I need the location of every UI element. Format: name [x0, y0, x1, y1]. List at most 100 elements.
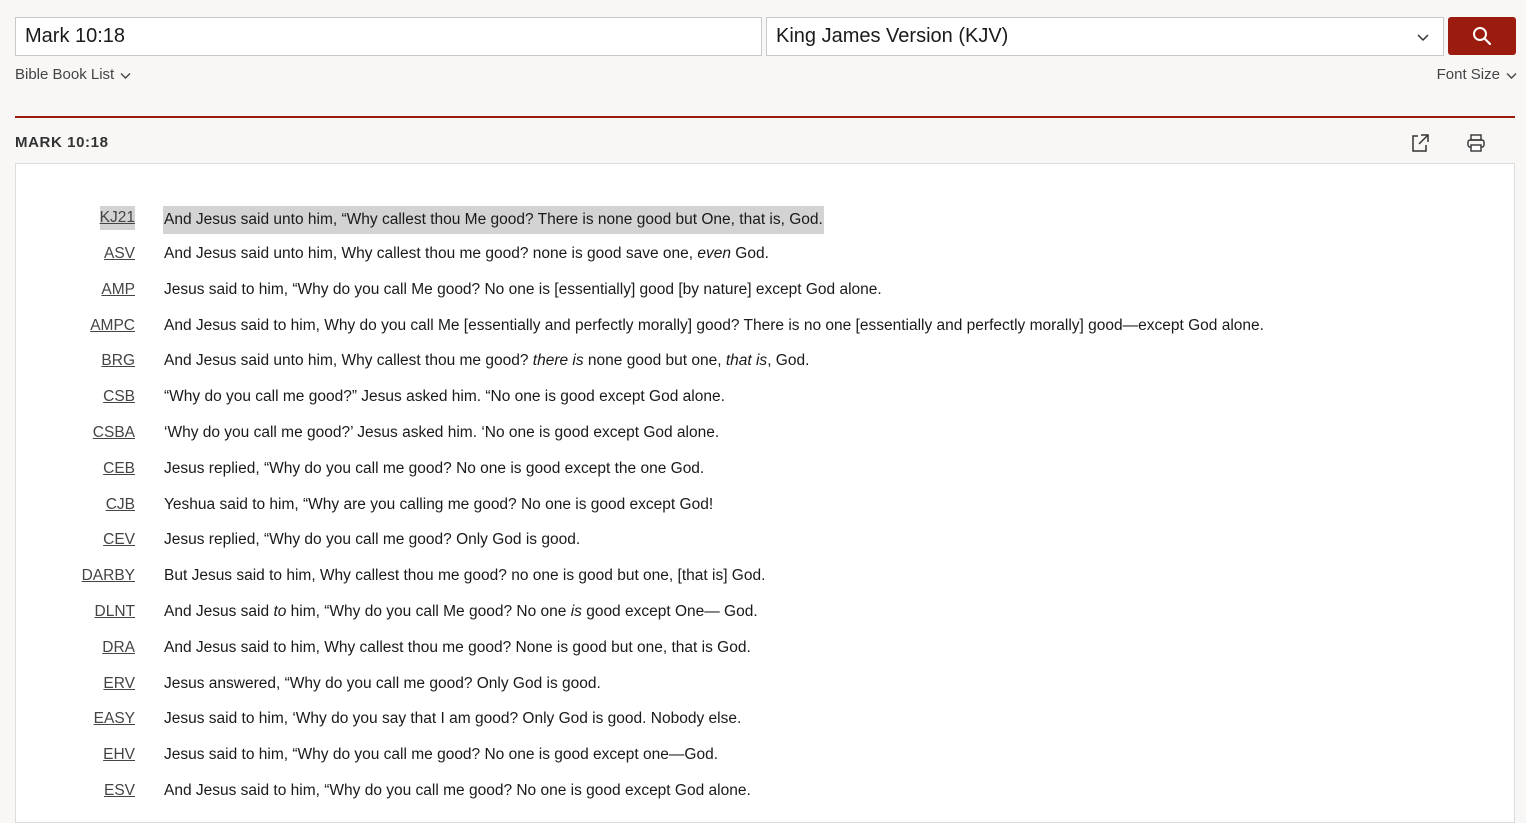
version-link[interactable]: DLNT — [95, 600, 135, 624]
verse-text-part: And Jesus said — [164, 603, 274, 620]
verse-text-part: ‘Why do you call me good?’ Jesus asked h… — [164, 424, 720, 441]
version-selected-label: King James Version (KJV) — [776, 25, 1009, 47]
verse-text: But Jesus said to him, Why callest thou … — [164, 564, 765, 588]
verse-row: ERV Jesus answered, “Why do you call me g… — [16, 672, 1506, 696]
verse-row: ASV And Jesus said unto him, Why callest … — [16, 242, 1506, 266]
verse-text-part: Jesus replied, “Why do you call me good?… — [164, 460, 705, 477]
verse-text-italic: there is — [532, 352, 584, 369]
verse-text-part: Jesus said to him, “Why do you call me g… — [164, 746, 718, 763]
search-bar: King James Version (KJV) — [15, 17, 1516, 56]
verse-row: EASY Jesus said to him, ‘Why do you say t… — [16, 707, 1506, 731]
verse-text-part: good except One— God. — [581, 603, 758, 620]
verse-text-part: And Jesus said to him, Why callest thou … — [164, 639, 751, 656]
verse-text: And Jesus said to him, “Why do you call … — [164, 600, 758, 624]
verse-text: And Jesus said unto him, Why callest tho… — [164, 242, 769, 266]
verse-text: Jesus said to him, “Why do you call me g… — [164, 743, 718, 767]
verse-text-part: And Jesus said unto him, Why callest tho… — [164, 245, 698, 262]
font-size-label: Font Size — [1436, 66, 1500, 83]
verse-text-italic: even — [697, 245, 731, 262]
verse-text-italic: to — [273, 603, 287, 620]
passage-title: MARK 10:18 — [15, 134, 109, 151]
share-button[interactable] — [1406, 129, 1434, 157]
verse-row: CEB Jesus replied, “Why do you call me go… — [16, 457, 1506, 481]
verse-text: And Jesus said to him, Why do you call M… — [164, 314, 1264, 338]
verse-text-part: Jesus said to him, ‘Why do you say that … — [164, 710, 742, 727]
search-icon — [1473, 27, 1492, 46]
verse-text-part: And Jesus said to him, “Why do you call … — [164, 782, 751, 799]
verse-text-part: none good but one, — [583, 352, 726, 369]
verse-text: And Jesus said unto him, “Why callest th… — [163, 206, 824, 234]
verse-text-part: Yeshua said to him, “Why are you calling… — [164, 496, 714, 513]
print-button[interactable] — [1462, 129, 1490, 157]
verse-row: CEV Jesus replied, “Why do you call me go… — [16, 528, 1506, 552]
search-button[interactable] — [1448, 17, 1516, 55]
verse-text-part: “Why do you call me good?” Jesus asked h… — [164, 388, 725, 405]
verse-row: ESV And Jesus said to him, “Why do you ca… — [16, 779, 1506, 803]
version-link[interactable]: CSB — [103, 385, 135, 409]
version-link[interactable]: CEB — [103, 457, 135, 481]
version-link[interactable]: ASV — [104, 242, 135, 266]
chevron-down-icon — [120, 73, 131, 79]
verse-row: DARBY But Jesus said to him, Why callest … — [16, 564, 1506, 588]
version-link[interactable]: DARBY — [82, 564, 135, 588]
version-link[interactable]: AMPC — [90, 314, 135, 338]
version-link[interactable]: ESV — [104, 779, 135, 803]
verse-text-italic: is — [570, 603, 582, 620]
bible-book-list-toggle[interactable]: Bible Book List — [15, 66, 131, 83]
verse-text-part: , God. — [767, 352, 810, 369]
version-link[interactable]: DRA — [102, 636, 135, 660]
header-divider — [15, 116, 1515, 118]
verse-text-part: Jesus said to him, “Why do you call Me g… — [164, 281, 882, 298]
font-size-toggle[interactable]: Font Size — [1437, 66, 1517, 83]
verse-text: Jesus replied, “Why do you call me good?… — [164, 528, 580, 552]
print-icon — [1467, 134, 1485, 152]
chevron-down-icon — [1417, 34, 1429, 42]
verse-row: AMP Jesus said to him, “Why do you call M… — [16, 278, 1506, 302]
verse-text: And Jesus said to him, “Why do you call … — [164, 779, 751, 803]
verse-row: CJB Yeshua said to him, “Why are you call… — [16, 493, 1506, 517]
version-link[interactable]: ERV — [103, 672, 135, 696]
passage-header: MARK 10:18 — [15, 133, 1515, 157]
verse-text: Jesus said to him, “Why do you call Me g… — [164, 278, 882, 302]
version-select[interactable]: King James Version (KJV) — [766, 17, 1444, 56]
verse-text-part: And Jesus said unto him, Why callest tho… — [164, 352, 533, 369]
verse-row: EHV Jesus said to him, “Why do you call m… — [16, 743, 1506, 767]
version-link[interactable]: EHV — [103, 743, 135, 767]
version-link[interactable]: AMP — [101, 278, 135, 302]
version-link[interactable]: KJ21 — [99, 206, 135, 230]
bible-book-list-label: Bible Book List — [15, 66, 115, 83]
verse-text-part: him, “Why do you call Me good? No one — [286, 603, 571, 620]
verse-text-part: And Jesus said unto him, “Why callest th… — [164, 211, 823, 228]
verse-text: Jesus said to him, ‘Why do you say that … — [164, 707, 741, 731]
verse-comparison-list: KJ21 And Jesus said unto him, “Why calles… — [15, 163, 1515, 823]
version-link[interactable]: CJB — [106, 493, 135, 517]
version-link[interactable]: CEV — [103, 528, 135, 552]
verse-row: DLNT And Jesus said to him, “Why do you c… — [16, 600, 1506, 624]
verse-text-italic: that is — [725, 352, 768, 369]
reference-search-input[interactable] — [15, 17, 762, 56]
share-icon — [1412, 134, 1429, 152]
verse-text: Jesus replied, “Why do you call me good?… — [164, 457, 704, 481]
options-row: Bible Book List Font Size — [15, 66, 1517, 86]
verse-text-part: And Jesus said to him, Why do you call M… — [164, 317, 1264, 334]
verse-row: AMPC And Jesus said to him, Why do you ca… — [16, 314, 1506, 338]
verse-text: And Jesus said to him, Why callest thou … — [164, 636, 751, 660]
verse-text: “Why do you call me good?” Jesus asked h… — [164, 385, 725, 409]
verse-text-part: Jesus replied, “Why do you call me good?… — [164, 531, 581, 548]
verse-text-part: Jesus answered, “Why do you call me good… — [164, 675, 601, 692]
verse-row: BRG And Jesus said unto him, Why callest … — [16, 349, 1506, 373]
verse-text: Yeshua said to him, “Why are you calling… — [164, 493, 713, 517]
verse-text: ‘Why do you call me good?’ Jesus asked h… — [164, 421, 719, 445]
verse-row: CSB “Why do you call me good?” Jesus aske… — [16, 385, 1506, 409]
version-link[interactable]: EASY — [94, 707, 135, 731]
verse-text-part: But Jesus said to him, Why callest thou … — [164, 567, 766, 584]
chevron-down-icon — [1506, 73, 1517, 79]
verse-text: And Jesus said unto him, Why callest tho… — [164, 349, 809, 373]
verse-row: DRA And Jesus said to him, Why callest th… — [16, 636, 1506, 660]
version-link[interactable]: CSBA — [93, 421, 135, 445]
verse-text-part: God. — [730, 245, 769, 262]
verse-row: CSBA ‘Why do you call me good?’ Jesus ask… — [16, 421, 1506, 445]
verse-row: KJ21 And Jesus said unto him, “Why calles… — [16, 206, 1506, 234]
version-link[interactable]: BRG — [101, 349, 135, 373]
verse-text: Jesus answered, “Why do you call me good… — [164, 672, 601, 696]
